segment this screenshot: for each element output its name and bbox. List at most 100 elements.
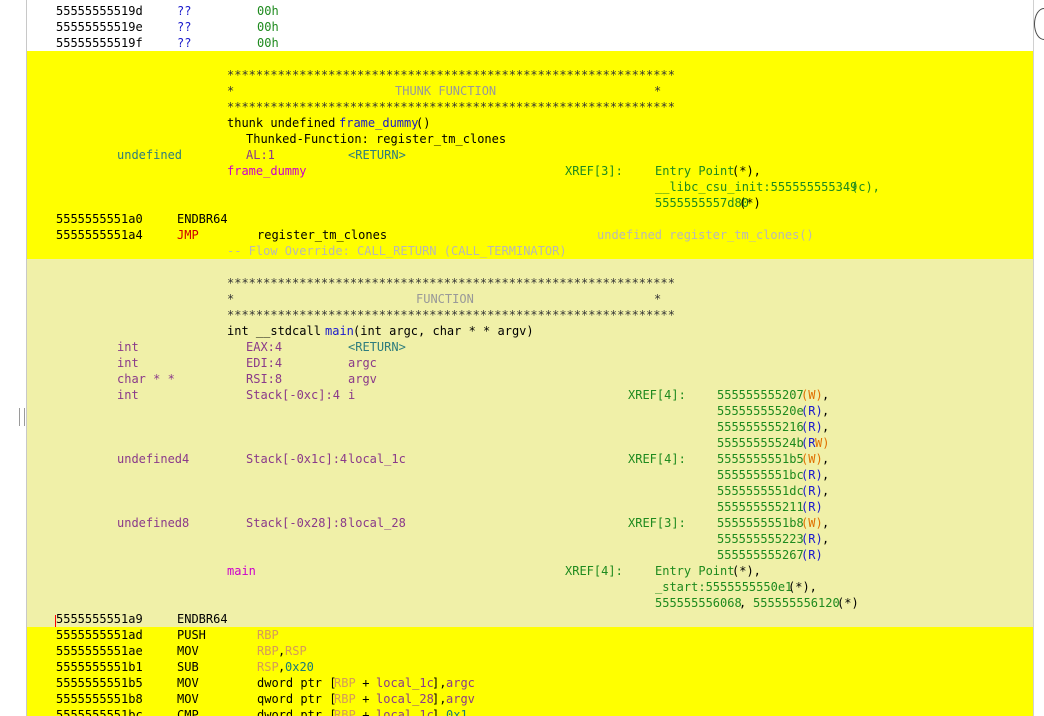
overview-divider [1033,0,1034,716]
listing-line[interactable]: undefined4 Stack[-0x1c]:4 local_1c XREF[4]:… [27,451,1033,467]
listing-token-read-flag[interactable]: frame_dummy [339,115,418,131]
listing-margin [0,0,27,716]
listing-line[interactable]: 5555555557d80 (*) [27,195,1033,211]
listing-token-address: 5555555551b5 [56,676,143,690]
listing-token-write-flag: (W) [801,388,823,402]
listing-line[interactable]: 5555555551ad PUSH RBP [27,627,1033,643]
divider-grip-icon[interactable] [19,408,25,426]
listing-token-xref-addr[interactable]: 5555555551b8 [717,515,804,531]
listing-token-read-flag[interactable]: ?? [177,35,191,51]
listing-token-read-flag[interactable]: (R [801,435,815,451]
listing-line[interactable]: int Stack[-0xc]:4 i XREF[4]: 555555555207 (W)… [27,387,1033,403]
listing-token-address: 5555555551ad [56,628,143,642]
listing-line[interactable]: * FUNCTION * [27,291,1033,307]
listing-token-xref-addr[interactable]: _start:5555555550e1 [655,579,792,595]
listing-line[interactable]: 5555555551b5 MOV dword ptr [RBP + local_1c… [27,675,1033,691]
listing-line[interactable]: 55555555519d?? 00h [27,3,1033,19]
listing-token-xref-addr[interactable]: 555555555211 [717,499,804,515]
code-listing[interactable]: 55555555519d?? 00h 55555555519e?? 00h 555555… [27,0,1033,716]
listing-token-read-flag[interactable]: main [325,323,354,339]
listing-line[interactable]: ****************************************… [27,99,1033,115]
listing-token-xref-addr[interactable]: 555555555207 [717,387,804,403]
listing-line[interactable]: char * * RSI:8 argv [27,371,1033,387]
listing-token-read-flag[interactable]: (R) [801,419,823,435]
listing-token-xref-addr[interactable]: (c), [851,179,880,195]
listing-line[interactable]: ****************************************… [27,275,1033,291]
listing-line[interactable]: 55555555519e?? 00h [27,19,1033,35]
listing-token-xref-addr[interactable]: 555555556068 [655,595,742,611]
listing-token-xref-addr[interactable]: 5555555551dc [717,483,804,499]
listing-token-xref-addr[interactable]: 5555555551bc [717,467,804,483]
listing-token-register: RSP [285,644,307,658]
listing-token-mnemonic: + [355,676,377,690]
listing-line[interactable]: 5555555551b1 SUB RSP, 0x20 [27,659,1033,675]
listing-line[interactable]: 55555555524b (R W) [27,435,1033,451]
listing-line[interactable]: undefined8 Stack[-0x28]:8 local_28 XREF[3]:… [27,515,1033,531]
listing-line[interactable]: main XREF[4]: Entry Point (*), [27,563,1033,579]
listing-token-xref-addr[interactable]: 555555555223 [717,531,804,547]
listing-line[interactable]: int EAX:4 <RETURN> [27,339,1033,355]
listing-line[interactable]: 555555555211 (R) [27,499,1033,515]
listing-line[interactable]: 5555555551bc (R), [27,467,1033,483]
listing-token-register: RBP [334,692,356,706]
listing-line[interactable]: Thunked-Function: register_tm_clones [27,131,1033,147]
listing-line[interactable]: thunk undefined frame_dummy() [27,115,1033,131]
navigation-marker-icon[interactable] [1034,8,1044,40]
listing-line[interactable]: int EDI:4 argc [27,355,1033,371]
listing-token-xref-addr[interactable]: Entry Point [655,563,734,579]
listing-token-xref-addr[interactable]: 555555556120 [753,595,840,611]
listing-token-read-flag[interactable]: (R) [801,531,823,547]
listing-line[interactable]: 5555555551ae MOV RBP, RSP [27,643,1033,659]
overview-bar[interactable] [1033,0,1044,716]
listing-line[interactable]: ****************************************… [27,307,1033,323]
listing-line[interactable]: 555555556068, 555555556120 (*) [27,595,1033,611]
listing-line[interactable]: 5555555551b8 MOV qword ptr [RBP + local_28… [27,691,1033,707]
listing-line[interactable]: 55555555519f?? 00h [27,35,1033,51]
listing-line[interactable]: * THUNK FUNCTION * [27,83,1033,99]
listing-line[interactable]: ****************************************… [27,67,1033,83]
listing-line[interactable]: int __stdcall main (int argc, char * * ar… [27,323,1033,339]
listing-token-read-flag[interactable]: ?? [177,19,191,35]
listing-token-mnemonic: , [822,388,830,402]
listing-line[interactable]: __libc_csu_init:555555555349 (c), [27,179,1033,195]
listing-token-mnemonic: , [822,452,830,466]
listing-token-stars: ****************************************… [227,276,675,290]
listing-token-mnemonic: , [739,596,754,610]
listing-line[interactable]: 555555555216 (R), [27,419,1033,435]
listing-token-mnemonic: (*) [837,596,859,610]
listing-token-xref-addr[interactable]: 5555555557d80 [655,195,749,211]
listing-token-mnemonic: (*), [732,164,761,178]
listing-token-read-flag[interactable]: ?? [177,3,191,19]
listing-token-xref-addr[interactable]: 55555555520e [717,403,804,419]
listing-token-write-flag: W) [815,436,830,450]
listing-token-var-name: local_1c [376,708,434,716]
listing-line[interactable]: 5555555551dc (R), [27,483,1033,499]
listing-token-read-flag[interactable]: (R) [801,403,823,419]
listing-line[interactable]: -- Flow Override: CALL_RETURN (CALL_TERM… [27,243,1033,259]
listing-token-address: 5555555551bc [56,708,143,716]
listing-line[interactable]: 5555555551bc CMP dword ptr [RBP + local_1c… [27,707,1033,716]
listing-token-read-flag[interactable]: (R) [801,467,823,483]
listing-line[interactable]: frame_dummy XREF[3]: Entry Point (*), [27,163,1033,179]
listing-token-label[interactable]: main [227,563,256,579]
listing-line[interactable]: 555555555223 (R), [27,531,1033,547]
listing-token-xref-addr[interactable]: 555555555267 [717,547,804,563]
listing-line[interactable]: 555555555267 (R) [27,547,1033,563]
listing-token-xref-addr[interactable]: __libc_csu_init:555555555349 [655,179,857,195]
listing-token-xref-addr[interactable]: 55555555524b [717,435,804,451]
listing-token-storage: EDI:4 [246,356,283,370]
listing-line[interactable]: 5555555551a0 ENDBR64 [27,211,1033,227]
listing-line[interactable]: undefined AL:1 <RETURN> [27,147,1033,163]
listing-token-read-flag[interactable]: (R) [801,499,823,515]
listing-token-read-flag[interactable]: (R) [801,483,823,499]
listing-token-read-flag[interactable]: (R) [801,547,823,563]
listing-token-xref-addr[interactable]: 555555555216 [717,419,804,435]
listing-line[interactable]: 5555555551a9 ENDBR64 [27,611,1033,627]
listing-token-label[interactable]: frame_dummy [227,163,306,179]
listing-line[interactable]: _start:5555555550e1 (*), [27,579,1033,595]
listing-token-xref-addr[interactable]: 5555555551b5 [717,451,804,467]
listing-token-mnemonic: , [822,420,830,434]
listing-line[interactable]: 5555555551a4 JMP register_tm_clones undefin… [27,227,1033,243]
listing-token-xref-addr[interactable]: Entry Point [655,163,734,179]
listing-line[interactable]: 55555555520e (R), [27,403,1033,419]
